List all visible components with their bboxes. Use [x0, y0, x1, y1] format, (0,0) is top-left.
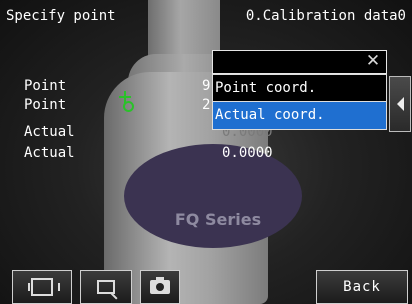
field-row: Actual: [24, 145, 174, 161]
back-button[interactable]: Back: [316, 270, 408, 304]
page-title: Specify point: [6, 8, 116, 24]
field-value: 0.0000: [222, 145, 273, 161]
zoom-button[interactable]: [80, 270, 132, 304]
menu-item-point-coord[interactable]: Point coord.: [213, 75, 386, 102]
dropdown-header: ✕: [212, 50, 387, 74]
collapse-panel-button[interactable]: [389, 76, 411, 132]
field-label: Point: [24, 97, 67, 113]
menu-item-actual-coord[interactable]: Actual coord.: [213, 102, 386, 129]
zoom-icon: [97, 280, 115, 294]
bottle-label-text: FQ Series: [174, 209, 262, 229]
calibration-data-title: 0.Calibration data0: [245, 8, 406, 24]
chevron-left-icon: [396, 97, 404, 111]
field-label: Actual: [24, 145, 75, 161]
field-row: Point: [24, 97, 174, 113]
back-button-label: Back: [343, 279, 381, 295]
capture-button[interactable]: [140, 270, 180, 304]
point-marker: [123, 101, 134, 112]
fit-to-screen-button[interactable]: [12, 270, 72, 304]
camera-icon: [150, 277, 170, 294]
field-row: Point: [24, 78, 174, 94]
close-icon[interactable]: ✕: [364, 52, 382, 70]
field-label: Actual: [24, 124, 75, 140]
field-row: Actual: [24, 124, 174, 140]
coordinate-menu: Point coord. Actual coord.: [212, 74, 387, 130]
field-value: 9: [202, 78, 211, 94]
field-value: 2: [202, 97, 211, 113]
field-label: Point: [24, 78, 67, 94]
bottle-neck: [148, 0, 220, 62]
fit-to-screen-icon: [28, 278, 60, 296]
